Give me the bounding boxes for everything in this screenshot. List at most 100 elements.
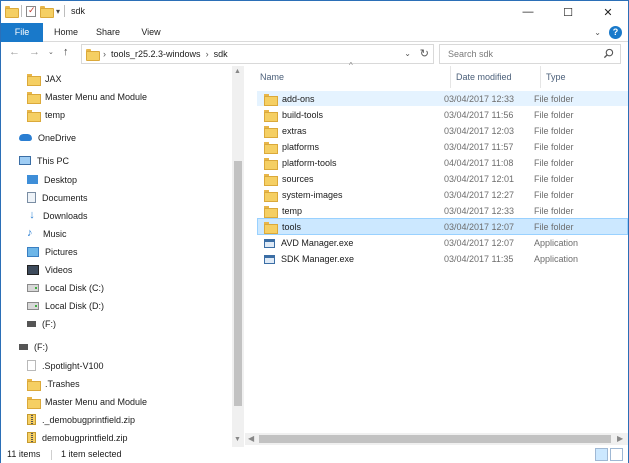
application-icon bbox=[264, 254, 275, 264]
nav-item-jax[interactable]: JAX bbox=[27, 70, 62, 87]
folder-icon bbox=[27, 109, 41, 122]
back-arrow-icon[interactable]: ← bbox=[9, 46, 20, 58]
nav-item-label: OneDrive bbox=[38, 132, 77, 143]
onedrive-icon bbox=[19, 134, 32, 141]
column-header-date-modified[interactable]: Date modified bbox=[456, 66, 512, 88]
column-header-type[interactable]: Type bbox=[546, 66, 566, 88]
expand-ribbon-icon[interactable]: ⌄ bbox=[594, 28, 601, 37]
tab-file[interactable]: File bbox=[1, 23, 43, 42]
nav-item-label: Pictures bbox=[45, 246, 78, 257]
horizontal-scrollbar[interactable]: ◀ ▶ bbox=[245, 433, 628, 445]
nav-item-documents[interactable]: Documents bbox=[27, 189, 88, 206]
file-row[interactable]: extras 03/04/2017 12:03 File folder bbox=[257, 123, 628, 138]
nav-item-videos[interactable]: Videos bbox=[27, 261, 72, 278]
large-icons-view-button[interactable] bbox=[610, 448, 623, 461]
nav-item-this-pc[interactable]: This PC bbox=[19, 152, 69, 169]
recent-locations-chevron-icon[interactable]: ⌄ bbox=[48, 48, 54, 56]
file-name: add-ons bbox=[282, 94, 315, 104]
nav-item-trashes[interactable]: .Trashes bbox=[27, 375, 80, 392]
nav-item-label: Music bbox=[43, 228, 67, 239]
nav-item-demobug-hidden-zip[interactable]: ._demobugprintfield.zip bbox=[27, 411, 135, 428]
maximize-button[interactable]: ☐ bbox=[548, 1, 588, 23]
file-type: File folder bbox=[534, 174, 574, 184]
file-date: 03/04/2017 12:07 bbox=[444, 222, 515, 232]
nav-item-label: Desktop bbox=[44, 174, 78, 185]
file-icon bbox=[27, 360, 36, 371]
nav-item-label: .Trashes bbox=[45, 378, 80, 389]
customize-toolbar-dropdown-icon[interactable]: ▾ bbox=[56, 7, 60, 16]
help-icon[interactable]: ? bbox=[609, 26, 622, 39]
minimize-button[interactable]: — bbox=[508, 1, 548, 23]
file-row[interactable]: SDK Manager.exe 03/04/2017 11:35 Applica… bbox=[257, 251, 628, 266]
file-row[interactable]: build-tools 03/04/2017 11:56 File folder bbox=[257, 107, 628, 122]
tab-home[interactable]: Home bbox=[47, 23, 85, 42]
details-view-button[interactable] bbox=[595, 448, 608, 461]
file-row[interactable]: tools 03/04/2017 12:07 File folder bbox=[257, 218, 628, 235]
file-name: SDK Manager.exe bbox=[281, 254, 355, 264]
column-header-name[interactable]: Name bbox=[260, 66, 284, 88]
file-row[interactable]: platforms 03/04/2017 11:57 File folder bbox=[257, 139, 628, 154]
folder-icon bbox=[27, 73, 41, 86]
nav-item-spotlight[interactable]: .Spotlight-V100 bbox=[27, 357, 104, 374]
scroll-left-icon[interactable]: ◀ bbox=[248, 434, 254, 443]
nav-item-drive-f[interactable]: (F:) bbox=[27, 315, 56, 332]
title-bar: ▾ sdk — ☐ ✕ bbox=[1, 1, 628, 23]
nav-item-desktop[interactable]: Desktop bbox=[27, 171, 77, 188]
file-row[interactable]: add-ons 03/04/2017 12:33 File folder bbox=[257, 91, 628, 106]
file-date: 03/04/2017 11:56 bbox=[444, 110, 514, 120]
properties-icon[interactable] bbox=[26, 5, 36, 17]
nav-item-music[interactable]: ♪ Music bbox=[27, 225, 67, 242]
column-divider[interactable] bbox=[450, 66, 451, 88]
file-type: Application bbox=[534, 238, 579, 248]
nav-item-temp[interactable]: temp bbox=[27, 106, 65, 123]
pictures-icon bbox=[27, 246, 39, 257]
scroll-up-icon[interactable]: ▲ bbox=[234, 68, 241, 75]
nav-item-onedrive[interactable]: OneDrive bbox=[19, 129, 76, 146]
breadcrumb-separator-icon[interactable]: › bbox=[206, 49, 209, 59]
file-date: 04/04/2017 11:08 bbox=[444, 158, 514, 168]
file-date: 03/04/2017 12:33 bbox=[444, 206, 515, 216]
scroll-right-icon[interactable]: ▶ bbox=[617, 434, 623, 443]
file-row[interactable]: platform-tools 04/04/2017 11:08 File fol… bbox=[257, 155, 628, 170]
file-date: 03/04/2017 11:57 bbox=[444, 142, 514, 152]
file-row[interactable]: system-images 03/04/2017 12:27 File fold… bbox=[257, 187, 628, 202]
tab-view[interactable]: View bbox=[133, 23, 169, 42]
nav-item-master-menu-f[interactable]: Master Menu and Module bbox=[27, 393, 147, 410]
file-row[interactable]: sources 03/04/2017 12:01 File folder bbox=[257, 171, 628, 186]
address-dropdown-icon[interactable]: ⌄ bbox=[404, 49, 411, 58]
column-divider[interactable] bbox=[540, 66, 541, 88]
nav-item-local-disk-c[interactable]: Local Disk (C:) bbox=[27, 279, 104, 296]
nav-item-drive-f-root[interactable]: (F:) bbox=[19, 338, 48, 355]
forward-arrow-icon[interactable]: → bbox=[29, 46, 40, 58]
navigation-pane-scrollbar[interactable]: ▲ ▼ bbox=[232, 66, 244, 448]
nav-item-pictures[interactable]: Pictures bbox=[27, 243, 78, 260]
nav-item-label: .Spotlight-V100 bbox=[42, 360, 104, 371]
nav-item-downloads[interactable]: ↓ Downloads bbox=[27, 207, 87, 224]
tab-share[interactable]: Share bbox=[89, 23, 127, 42]
new-folder-icon[interactable] bbox=[40, 6, 54, 18]
file-row[interactable]: temp 03/04/2017 12:33 File folder bbox=[257, 203, 628, 218]
scrollbar-thumb[interactable] bbox=[259, 435, 611, 443]
nav-item-local-disk-d[interactable]: Local Disk (D:) bbox=[27, 297, 104, 314]
nav-item-demobug-zip[interactable]: demobugprintfield.zip bbox=[27, 429, 128, 446]
breadcrumb-item[interactable]: sdk bbox=[214, 49, 228, 59]
breadcrumb-item[interactable]: tools_r25.2.3-windows bbox=[111, 49, 201, 59]
refresh-icon[interactable]: ↻ bbox=[420, 47, 429, 60]
folder-icon bbox=[264, 206, 278, 218]
nav-item-master-menu[interactable]: Master Menu and Module bbox=[27, 88, 147, 105]
nav-item-label: This PC bbox=[37, 155, 70, 166]
nav-item-label: Master Menu and Module bbox=[45, 91, 148, 102]
file-type: File folder bbox=[534, 158, 574, 168]
search-input[interactable]: Search sdk bbox=[439, 44, 621, 64]
file-type: File folder bbox=[534, 206, 574, 216]
address-bar[interactable]: › tools_r25.2.3-windows › sdk ⌄ ↻ bbox=[81, 44, 434, 64]
file-row[interactable]: AVD Manager.exe 03/04/2017 12:07 Applica… bbox=[257, 235, 628, 250]
close-button[interactable]: ✕ bbox=[588, 1, 628, 23]
up-arrow-icon[interactable]: ↑ bbox=[63, 46, 69, 58]
file-date: 03/04/2017 12:01 bbox=[444, 174, 515, 184]
explorer-window: ▾ sdk — ☐ ✕ File Home Share View ⌄ ? ← →… bbox=[0, 0, 629, 463]
breadcrumb-separator-icon[interactable]: › bbox=[103, 49, 106, 59]
file-type: File folder bbox=[534, 110, 574, 120]
scrollbar-thumb[interactable] bbox=[234, 161, 242, 406]
scroll-down-icon[interactable]: ▼ bbox=[234, 436, 241, 443]
